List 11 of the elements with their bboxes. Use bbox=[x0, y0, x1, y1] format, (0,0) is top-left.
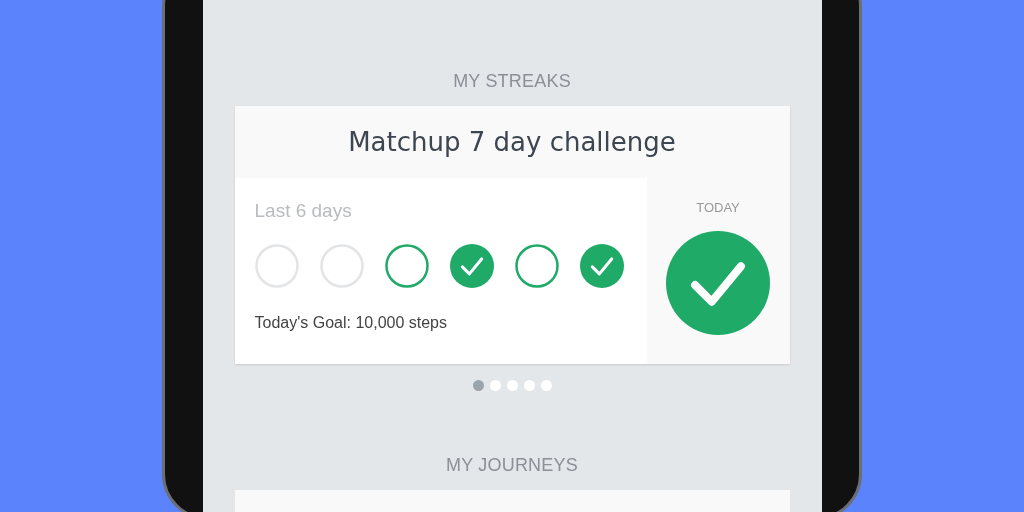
page-dot[interactable] bbox=[540, 380, 552, 391]
page-dot[interactable] bbox=[506, 380, 518, 391]
page-dot[interactable] bbox=[523, 380, 535, 391]
today-label: TODAY bbox=[696, 200, 740, 215]
history-label: Last 6 days bbox=[254, 200, 353, 222]
page-dot[interactable] bbox=[472, 380, 484, 391]
section-heading: MY STREAKS bbox=[453, 71, 571, 92]
goal-text: Today's Goal: 10,000 steps bbox=[254, 314, 448, 332]
page-dot[interactable] bbox=[489, 380, 501, 391]
card-title: Matchup 7 day challenge bbox=[234, 106, 790, 178]
section-heading: MY JOURNEYS bbox=[446, 455, 578, 476]
